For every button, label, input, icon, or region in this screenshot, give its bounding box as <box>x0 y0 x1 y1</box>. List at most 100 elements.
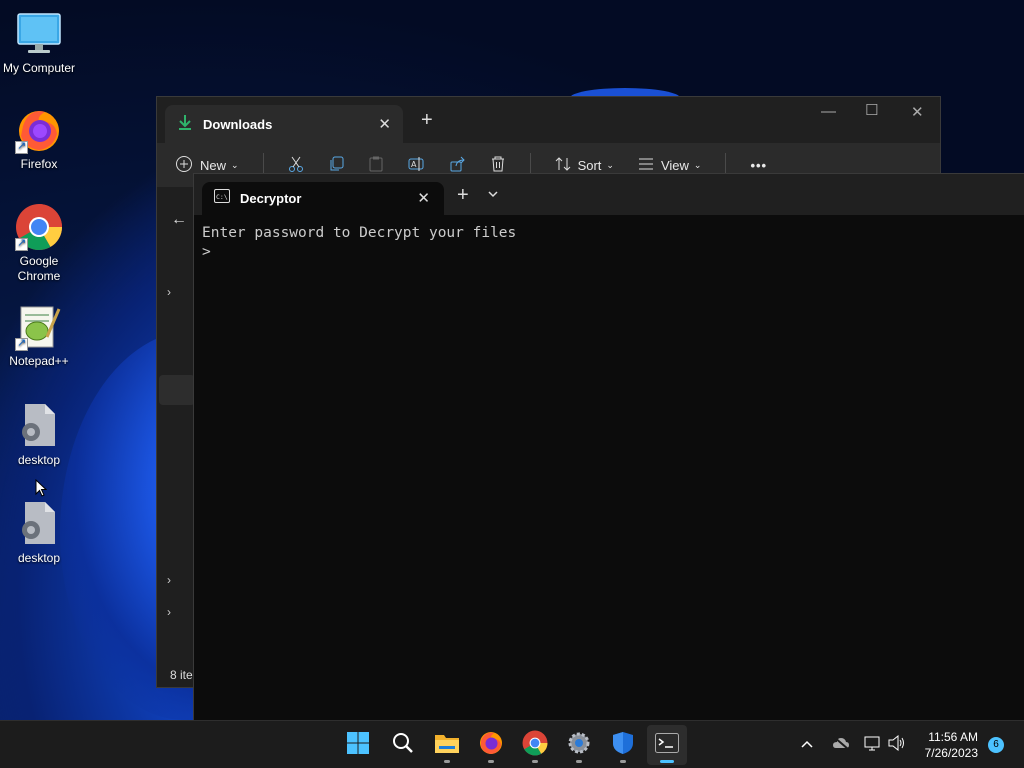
chevron-down-icon: ⌄ <box>606 159 614 170</box>
taskbar: 11:56 AM 7/26/2023 6 <box>0 720 1024 768</box>
desktop-icon-chrome[interactable]: Google Chrome <box>0 203 79 284</box>
status-bar-item-count: 8 ite <box>170 668 193 682</box>
terminal-icon <box>655 732 679 758</box>
chevron-down-icon: ⌄ <box>693 159 702 170</box>
more-options-button[interactable]: ••• <box>750 158 767 173</box>
desktop-icon-label: desktop <box>17 551 61 565</box>
folder-icon <box>434 732 460 759</box>
firefox-icon <box>478 730 504 761</box>
new-tab-button[interactable]: + <box>457 184 469 207</box>
taskbar-settings[interactable] <box>559 725 599 765</box>
cloud-offline-icon <box>832 735 850 755</box>
cut-button[interactable] <box>288 156 304 175</box>
onedrive-tray-button[interactable] <box>832 721 850 768</box>
terminal-prompt: > <box>202 244 211 260</box>
clock-date: 7/26/2023 <box>924 746 978 760</box>
search-icon <box>392 732 414 759</box>
shield-icon <box>612 731 634 760</box>
share-icon <box>450 156 466 175</box>
nav-item-selected[interactable] <box>159 375 195 405</box>
svg-text:A: A <box>411 160 417 169</box>
rename-icon: A <box>408 156 426 175</box>
new-tab-button[interactable]: + <box>421 109 433 132</box>
copy-icon <box>328 156 344 175</box>
chevron-down-icon: ⌄ <box>231 159 239 170</box>
settings-file-icon <box>15 500 63 548</box>
taskbar-terminal[interactable] <box>647 725 687 765</box>
sort-button-label: Sort <box>577 157 602 173</box>
close-window-button[interactable]: ✕ <box>911 103 924 121</box>
plus-circle-icon <box>175 155 193 176</box>
view-lines-icon <box>638 156 654 175</box>
minimize-button[interactable]: — <box>821 103 836 120</box>
copy-button[interactable] <box>328 156 344 175</box>
show-hidden-icons-button[interactable] <box>800 721 814 768</box>
view-button-label: View <box>660 157 689 173</box>
taskbar-clock[interactable]: 11:56 AM 7/26/2023 <box>925 729 978 761</box>
tab-decryptor[interactable]: C:\ Decryptor ✕ <box>202 182 444 215</box>
desktop-icon-notepad-plus-plus[interactable]: Notepad++ <box>0 303 79 369</box>
desktop-icon-label: desktop <box>17 453 61 467</box>
share-button[interactable] <box>450 156 466 175</box>
windows-logo-icon <box>346 731 370 760</box>
tab-dropdown-chevron-icon[interactable] <box>487 186 499 201</box>
ellipsis-icon: ••• <box>750 157 768 173</box>
running-indicator <box>660 760 674 763</box>
explorer-titlebar[interactable]: Downloads ✕ + — ☐ ✕ <box>157 97 940 143</box>
explorer-nav-pane[interactable]: ← › › › <box>157 187 195 687</box>
taskbar-file-explorer[interactable] <box>427 725 467 765</box>
tab-downloads[interactable]: Downloads ✕ <box>165 105 403 143</box>
tab-label: Downloads <box>203 116 273 132</box>
volume-tray-button[interactable] <box>888 721 906 768</box>
terminal-titlebar[interactable]: C:\ Decryptor ✕ + <box>194 174 1024 215</box>
clipboard-icon <box>368 156 384 175</box>
sort-button[interactable]: Sort ⌄ <box>555 156 614 175</box>
gear-icon <box>567 731 591 760</box>
desktop-icon-desktop-file-2[interactable]: desktop <box>0 500 79 566</box>
taskbar-defender[interactable] <box>603 725 643 765</box>
running-indicator <box>444 760 450 763</box>
desktop-icon-desktop-file-1[interactable]: desktop <box>0 402 79 468</box>
paste-button[interactable] <box>368 156 384 175</box>
back-arrow-icon[interactable]: ← <box>171 211 187 229</box>
mouse-cursor-icon <box>35 478 48 502</box>
tab-label: Decryptor <box>240 191 302 206</box>
chevron-right-icon[interactable]: › <box>167 605 171 619</box>
notepad-plus-plus-icon <box>15 303 63 351</box>
shortcut-arrow-icon <box>15 336 28 351</box>
taskbar-firefox[interactable] <box>471 725 511 765</box>
delete-button[interactable] <box>490 156 506 175</box>
terminal-output[interactable]: Enter password to Decrypt your files > <box>194 215 1024 262</box>
start-button[interactable] <box>338 725 378 765</box>
rename-button[interactable]: A <box>408 156 426 175</box>
desktop-icon-firefox[interactable]: Firefox <box>0 106 79 172</box>
network-tray-button[interactable] <box>864 721 882 768</box>
chrome-icon <box>15 203 63 251</box>
notification-badge[interactable]: 6 <box>988 737 1004 753</box>
maximize-button[interactable]: ☐ <box>865 101 878 119</box>
console-icon: C:\ <box>214 189 230 208</box>
desktop-icon-my-computer[interactable]: My Computer <box>0 10 79 76</box>
close-tab-icon[interactable]: ✕ <box>378 115 391 133</box>
network-icon <box>864 735 882 756</box>
running-indicator <box>576 760 582 763</box>
desktop-icon-label: Google Chrome <box>17 254 61 283</box>
desktop-icon-label: My Computer <box>2 61 76 75</box>
settings-file-icon <box>15 402 63 450</box>
view-button[interactable]: View ⌄ <box>638 156 702 175</box>
sort-arrows-icon <box>555 156 571 175</box>
search-button[interactable] <box>383 725 423 765</box>
speaker-icon <box>888 734 906 756</box>
shortcut-arrow-icon <box>15 139 28 154</box>
svg-text:C:\: C:\ <box>216 193 228 201</box>
taskbar-chrome[interactable] <box>515 725 555 765</box>
terminal-window[interactable]: C:\ Decryptor ✕ + Enter password to Decr… <box>193 173 1024 720</box>
desktop-icon-label: Notepad++ <box>9 354 69 368</box>
close-tab-icon[interactable]: ✕ <box>417 189 430 207</box>
chevron-right-icon[interactable]: › <box>167 285 171 299</box>
running-indicator <box>620 760 626 763</box>
chrome-icon <box>522 730 548 761</box>
shortcut-arrow-icon <box>15 236 28 251</box>
chevron-right-icon[interactable]: › <box>167 573 171 587</box>
running-indicator <box>532 760 538 763</box>
